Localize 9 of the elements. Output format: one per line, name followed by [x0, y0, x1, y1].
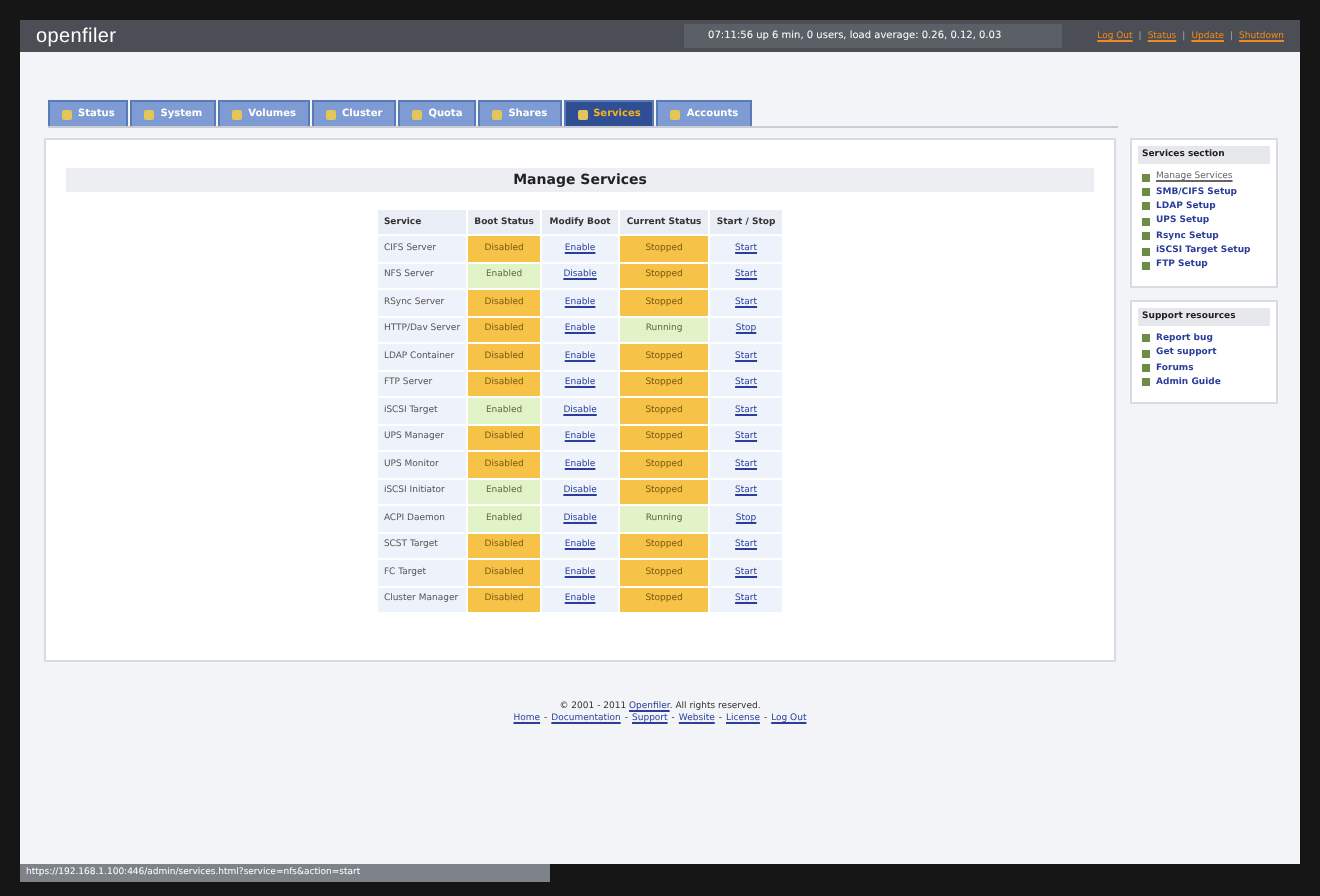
openfiler-logo: openfiler — [36, 25, 117, 47]
tab-icon — [62, 109, 72, 119]
tab-icon — [144, 109, 155, 119]
tab-icon — [412, 109, 423, 119]
tab-icon — [670, 109, 681, 119]
tab-icon — [232, 109, 243, 119]
tab-icon — [326, 109, 337, 119]
tab-icon — [577, 109, 588, 119]
tab-icon — [492, 109, 503, 119]
